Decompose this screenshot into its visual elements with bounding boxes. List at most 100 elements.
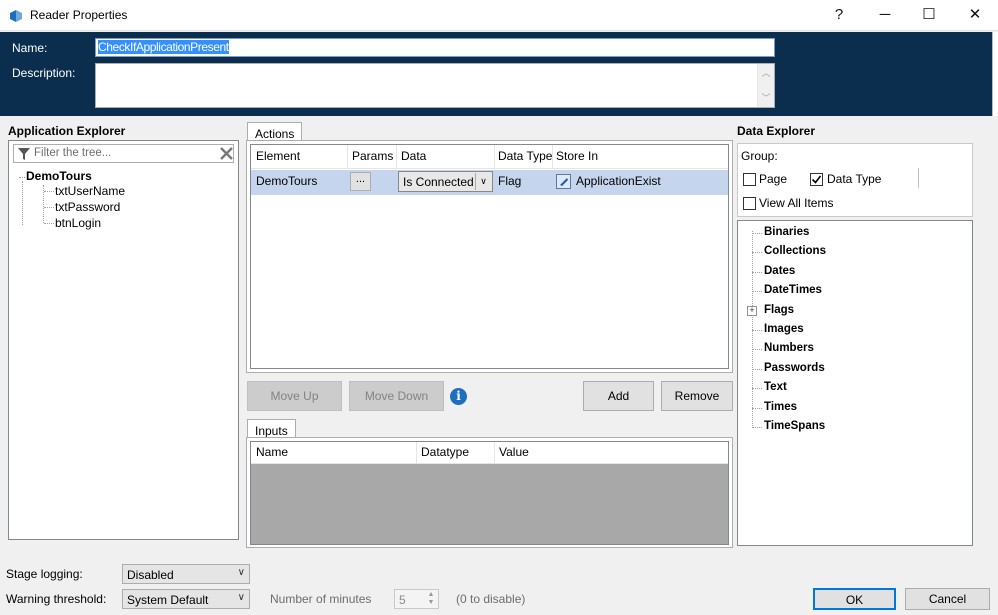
tree-item-images[interactable]: Images: [764, 323, 804, 335]
minimize-icon: ─: [879, 6, 891, 23]
add-button[interactable]: Add: [583, 381, 654, 411]
stepper-down-icon[interactable]: ▼: [425, 599, 437, 607]
data-explorer-tree: + Binaries Collections Dates DateTimes F…: [737, 220, 973, 546]
tree-connector: [44, 223, 54, 224]
view-all-items-checkbox[interactable]: [743, 197, 756, 210]
group-options-panel: Group: Page Data Type View All Items: [737, 143, 973, 217]
stepper-up-icon[interactable]: ▲: [425, 591, 437, 599]
ok-button[interactable]: OK: [813, 588, 896, 610]
inputs-tab-panel: Name Datatype Value: [246, 437, 733, 548]
col-datatype[interactable]: Datatype: [421, 445, 469, 459]
data-explorer-title: Data Explorer: [737, 124, 816, 138]
maximize-button[interactable]: ☐: [906, 0, 952, 30]
col-params[interactable]: Params: [352, 149, 393, 163]
tree-item-numbers[interactable]: Numbers: [764, 342, 814, 354]
filter-icon: [18, 148, 30, 160]
tree-connector: [752, 272, 762, 273]
tree-connector: [752, 388, 762, 389]
tree-connector: [44, 207, 54, 208]
row-data-type: Flag: [498, 174, 522, 188]
window-title: Reader Properties: [30, 8, 128, 22]
data-combo[interactable]: Is Connected ∨: [398, 171, 493, 192]
col-data[interactable]: Data: [401, 149, 426, 163]
move-up-button[interactable]: Move Up: [247, 381, 342, 411]
tree-item-datetimes[interactable]: DateTimes: [764, 284, 822, 296]
description-textarea[interactable]: ︿ ﹀: [95, 63, 775, 108]
tab-actions-label: Actions: [255, 127, 295, 141]
tree-connector: [752, 408, 762, 409]
scroll-up-icon[interactable]: ︿: [758, 66, 774, 79]
warning-threshold-value: System Default: [127, 593, 209, 607]
page-checkbox[interactable]: [743, 173, 756, 186]
chevron-down-icon: ∨: [237, 567, 245, 578]
move-down-button[interactable]: Move Down: [349, 381, 444, 411]
col-separator: [494, 145, 495, 169]
tree-item-passwords[interactable]: Passwords: [764, 362, 825, 374]
filter-tree-input[interactable]: Filter the tree...: [13, 144, 234, 163]
tree-item-timespans[interactable]: TimeSpans: [764, 420, 825, 432]
close-icon: ✕: [968, 6, 982, 23]
actions-grid-header: Element Params Data Data Type Store In: [251, 145, 728, 169]
page-checkbox-label[interactable]: Page: [759, 172, 787, 186]
col-store-in[interactable]: Store In: [556, 149, 598, 163]
col-value[interactable]: Value: [499, 445, 529, 459]
tree-item-txtusername[interactable]: txtUserName: [55, 184, 125, 198]
tree-item-txtpassword[interactable]: txtPassword: [55, 200, 120, 214]
tree-item-collections[interactable]: Collections: [764, 245, 826, 257]
info-icon[interactable]: i: [450, 388, 467, 405]
tree-item-binaries[interactable]: Binaries: [764, 226, 809, 238]
description-label: Description:: [12, 66, 76, 80]
minutes-value: 5: [399, 593, 406, 607]
name-input[interactable]: CheckIfApplicationPresent: [95, 38, 775, 57]
tree-item-times[interactable]: Times: [764, 401, 797, 413]
col-name[interactable]: Name: [256, 445, 288, 459]
tree-item-dates[interactable]: Dates: [764, 265, 795, 277]
expand-flags-icon[interactable]: +: [747, 306, 757, 316]
help-button[interactable]: ?: [816, 0, 862, 30]
group-label: Group:: [741, 149, 778, 163]
chevron-down-icon[interactable]: ∨: [475, 173, 491, 190]
description-scrollbar[interactable]: ︿ ﹀: [757, 64, 774, 107]
scroll-down-icon[interactable]: ﹀: [758, 91, 774, 104]
name-value: CheckIfApplicationPresent: [98, 40, 229, 54]
col-data-type[interactable]: Data Type: [498, 149, 552, 163]
tree-root-demotours[interactable]: DemoTours: [26, 169, 92, 183]
application-explorer-title: Application Explorer: [8, 124, 126, 138]
remove-label: Remove: [674, 389, 720, 403]
data-type-checkbox[interactable]: [810, 173, 823, 186]
cancel-button[interactable]: Cancel: [905, 588, 990, 610]
clear-filter-icon[interactable]: [220, 147, 233, 160]
col-separator: [416, 442, 417, 464]
add-label: Add: [607, 389, 630, 403]
help-icon: ?: [834, 6, 844, 23]
tree-item-btnlogin[interactable]: btnLogin: [55, 216, 101, 230]
tree-item-text[interactable]: Text: [764, 381, 787, 393]
chevron-down-icon: ∨: [237, 592, 245, 603]
warning-threshold-select[interactable]: System Default ∨: [122, 589, 250, 609]
data-combo-value: Is Connected: [403, 175, 474, 189]
view-all-items-label[interactable]: View All Items: [759, 196, 833, 210]
row-store-in: ApplicationExist: [576, 174, 661, 188]
col-separator: [396, 145, 397, 169]
remove-button[interactable]: Remove: [661, 381, 733, 411]
warning-threshold-label: Warning threshold:: [6, 592, 107, 606]
expand-glyph: +: [749, 305, 755, 315]
actions-tab-panel: Element Params Data Data Type Store In D…: [246, 140, 733, 373]
minimize-button[interactable]: ─: [862, 0, 908, 30]
close-button[interactable]: ✕: [952, 0, 998, 30]
filter-placeholder: Filter the tree...: [34, 147, 112, 159]
stage-logging-select[interactable]: Disabled ∨: [122, 564, 250, 584]
tree-connector: [19, 177, 25, 178]
col-element[interactable]: Element: [256, 149, 300, 163]
minutes-stepper[interactable]: 5 ▲ ▼: [394, 589, 439, 609]
data-type-checkbox-label[interactable]: Data Type: [827, 172, 881, 186]
table-row[interactable]: DemoTours ... Is Connected ∨ Flag Applic…: [251, 170, 728, 195]
data-item-icon[interactable]: [556, 174, 571, 189]
tree-connector: [22, 181, 23, 225]
row-element: DemoTours: [256, 174, 318, 188]
checkmark-icon: [811, 175, 822, 184]
params-button[interactable]: ...: [350, 172, 371, 191]
move-down-label: Move Down: [364, 389, 429, 403]
tab-inputs-label: Inputs: [255, 424, 288, 438]
tree-item-flags[interactable]: Flags: [764, 304, 794, 316]
